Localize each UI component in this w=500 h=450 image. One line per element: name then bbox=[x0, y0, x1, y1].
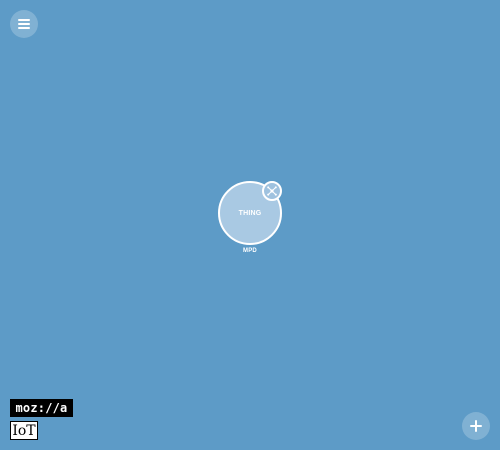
iot-logo: IoT bbox=[10, 421, 38, 440]
brand-logo: moz://a IoT bbox=[10, 399, 90, 443]
things-screen: THING MPD moz://a IoT bbox=[0, 0, 500, 450]
mozilla-logo: moz://a bbox=[10, 399, 73, 417]
thing-name: MPD bbox=[243, 248, 257, 254]
plus-icon bbox=[470, 420, 482, 432]
add-thing-button[interactable] bbox=[462, 412, 490, 440]
network-icon bbox=[267, 186, 277, 196]
menu-button[interactable] bbox=[10, 10, 38, 38]
menu-icon bbox=[18, 19, 30, 29]
thing-badge bbox=[262, 181, 282, 201]
